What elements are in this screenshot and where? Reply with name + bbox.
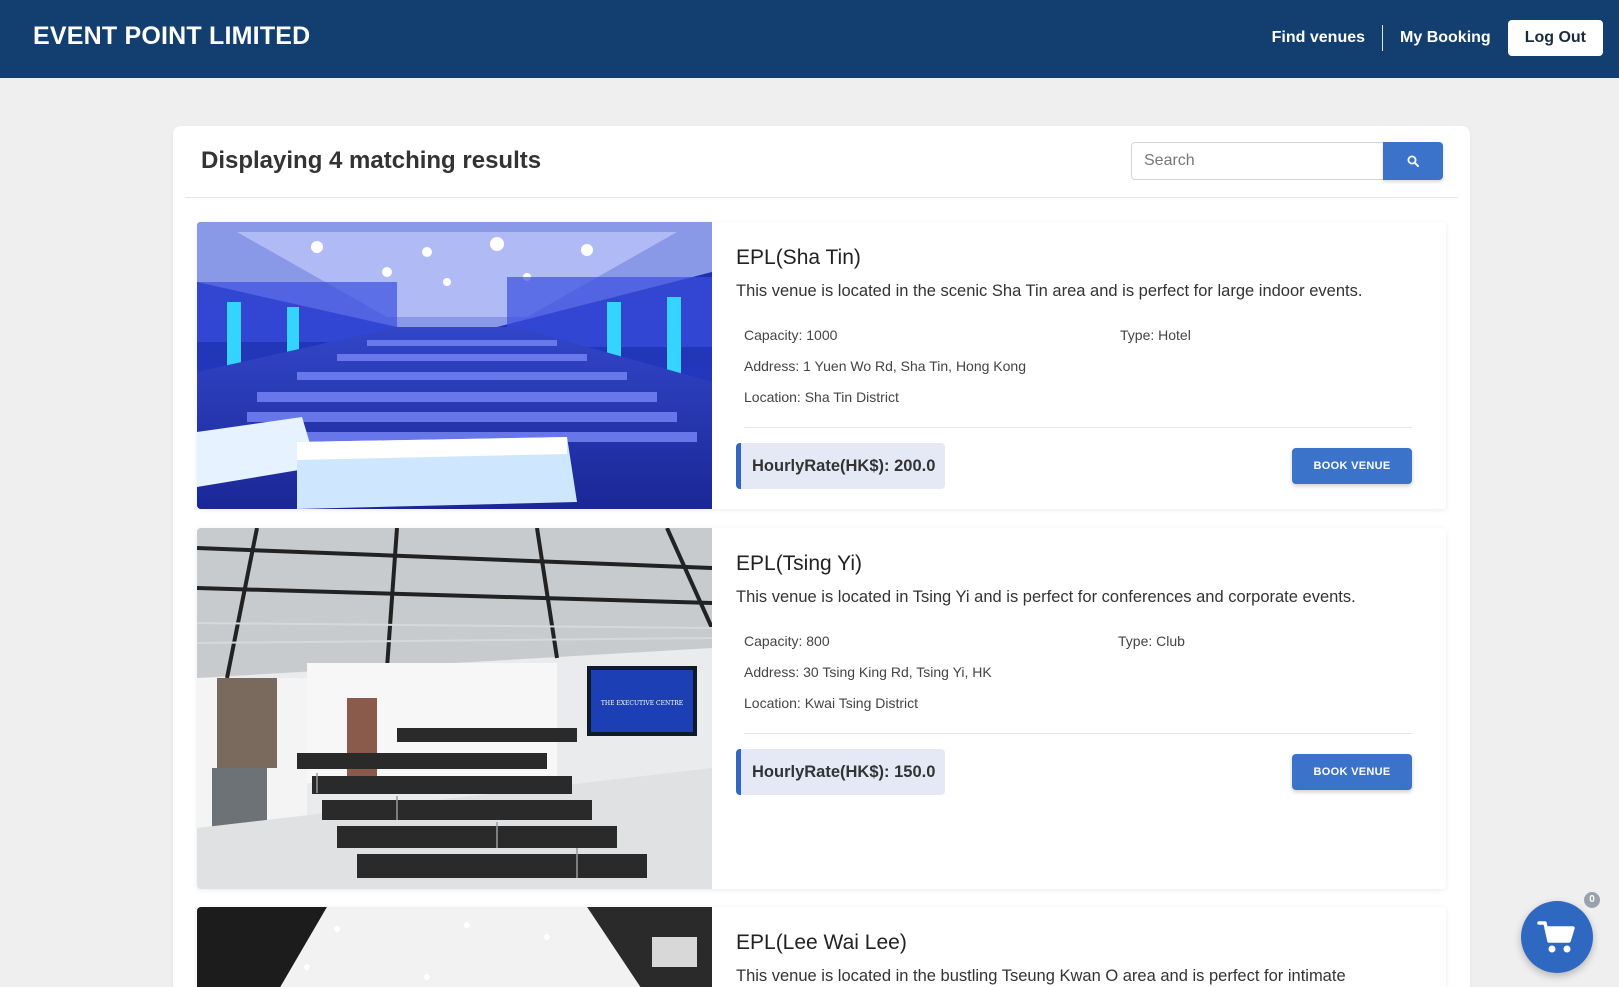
venue-capacity: Capacity: 800 [744,633,830,649]
venue-card: THE EXECUTIVE CENTRE EPL(Tsing Yi) This … [197,528,1446,889]
venue-description: This venue is located in Tsing Yi and is… [736,588,1356,606]
search-button[interactable] [1383,142,1443,180]
results-panel: Displaying 4 matching results Search EPL… [173,126,1470,987]
nav-find-venues[interactable]: Find venues [1255,29,1382,47]
screen-text: THE EXECUTIVE CENTRE [601,700,683,707]
logout-button[interactable]: Log Out [1507,20,1603,56]
venue-card: EPL(Lee Wai Lee) This venue is located i… [197,907,1446,987]
results-count-title: Displaying 4 matching results [201,147,542,174]
hourly-rate-badge: HourlyRate(HK$): 200.0 [736,443,946,489]
brand-logo[interactable]: EVENT POINT LIMITED [33,22,310,51]
details-divider [744,427,1412,428]
hourly-rate-badge: HourlyRate(HK$): 150.0 [736,749,946,795]
cart-count-badge: 0 [1584,892,1600,908]
header-divider [185,197,1458,198]
shopping-cart-icon [1537,921,1575,953]
search-icon [1407,155,1419,167]
venue-name[interactable]: EPL(Sha Tin) [736,246,861,270]
venue-name[interactable]: EPL(Lee Wai Lee) [736,931,907,955]
venue-description: This venue is located in the bustling Ts… [736,967,1346,985]
venue-address: Address: 1 Yuen Wo Rd, Sha Tin, Hong Kon… [744,358,1026,374]
top-navbar: EVENT POINT LIMITED Find venues My Booki… [0,0,1619,78]
venue-name[interactable]: EPL(Tsing Yi) [736,552,862,576]
venue-type: Type: Club [1118,633,1185,649]
book-venue-button[interactable]: BOOK VENUE [1292,448,1412,484]
venue-address: Address: 30 Tsing King Rd, Tsing Yi, HK [744,664,992,680]
results-header: Displaying 4 matching results [173,126,1470,198]
venue-type: Type: Hotel [1120,327,1191,343]
book-venue-button[interactable]: BOOK VENUE [1292,754,1412,790]
venue-image-conference-room: THE EXECUTIVE CENTRE [197,528,712,889]
venue-image-seminar-room [197,907,712,987]
venue-image-ballroom [197,222,712,509]
venue-card: EPL(Sha Tin) This venue is located in th… [197,222,1446,509]
venue-description: This venue is located in the scenic Sha … [736,282,1363,300]
nav-menu: Find venues My Booking Log Out [1255,20,1603,56]
search-bar [1131,142,1443,180]
details-divider [744,733,1412,734]
venue-capacity: Capacity: 1000 [744,327,838,343]
venue-location: Location: Kwai Tsing District [744,695,919,711]
search-input[interactable] [1131,142,1383,180]
nav-my-booking[interactable]: My Booking [1383,29,1508,47]
venue-location: Location: Sha Tin District [744,389,899,405]
cart-button[interactable] [1521,901,1593,973]
